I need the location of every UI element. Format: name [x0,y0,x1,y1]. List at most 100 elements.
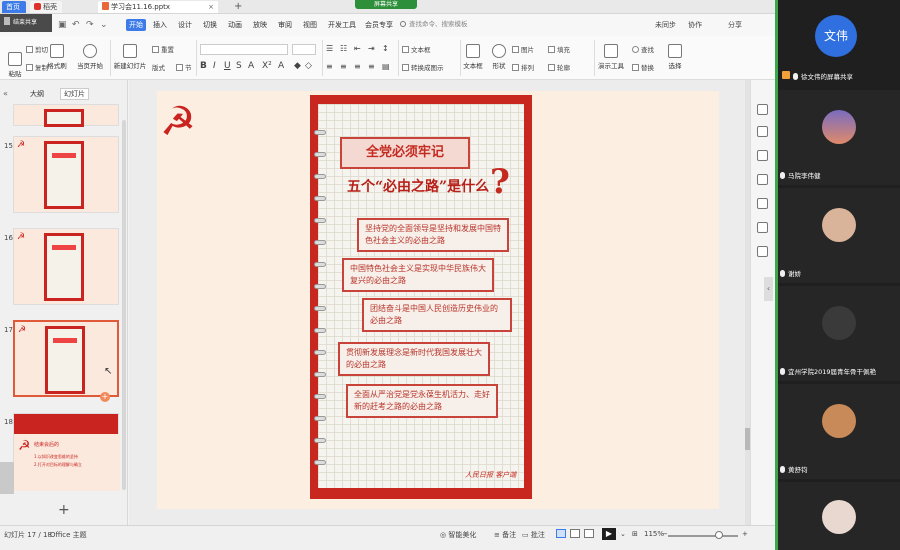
chevron-down-icon[interactable]: ⌄ [620,530,626,538]
menu-transition[interactable]: 切换 [200,19,220,31]
menu-review[interactable]: 审阅 [275,19,295,31]
tab-outline[interactable]: 大纲 [30,89,44,99]
zoom-slider-handle[interactable] [715,531,723,539]
slide-thumbnail[interactable]: ☭ [13,136,119,213]
select-button[interactable]: 选择 [664,44,686,70]
slide-sorter-icon[interactable] [570,529,580,538]
close-tab-icon[interactable]: × [208,1,214,13]
menu-member[interactable]: 会员专享 [362,19,396,31]
collaborate-button[interactable]: 协作 [688,20,702,30]
menu-view[interactable]: 视图 [300,19,320,31]
menu-home[interactable]: 开始 [126,19,146,31]
font-size-dropdown[interactable] [292,44,316,55]
decrease-indent-icon[interactable]: ⇤ [354,44,361,53]
strikethrough-icon[interactable]: A [248,61,254,71]
property-icon[interactable] [757,104,768,115]
comments-button[interactable]: ▭ 批注 [522,530,545,540]
underline-icon[interactable]: U [224,61,231,71]
paste-button[interactable]: 粘贴 [4,52,26,78]
save-icon[interactable]: ▣ [58,20,67,30]
notes-button[interactable]: ≡ 备注 [494,530,516,540]
superscript-icon[interactable]: X² [262,61,272,71]
layout-button[interactable]: 重置 [152,44,174,54]
menu-design[interactable]: 设计 [175,19,195,31]
end-share-button[interactable]: 结束共享 [0,14,52,32]
command-search-input[interactable]: 查找命令、搜索模板 [400,18,488,31]
picture-button[interactable]: 图片 [512,44,534,54]
menu-animation[interactable]: 动画 [225,19,245,31]
zoom-slider[interactable] [668,535,738,537]
align-right-icon[interactable]: ≡ [354,62,361,71]
highlight-icon[interactable]: ◆ [294,61,301,71]
smart-beautify-button[interactable]: ◎ 智能美化 [440,530,476,540]
numbering-icon[interactable]: ☷ [340,44,347,53]
slide-thumbnail[interactable] [13,104,119,127]
backup-icon[interactable] [757,198,768,209]
line-spacing-icon[interactable]: ↕ [382,44,389,53]
font-name-dropdown[interactable] [200,44,288,55]
tab-slides[interactable]: 幻灯片 [60,88,89,100]
zoom-in-icon[interactable]: + [742,530,748,538]
menu-developer[interactable]: 开发工具 [325,19,359,31]
thumbnail-scrollbar[interactable] [122,120,126,490]
format-painter-button[interactable]: 格式刷 [44,44,70,70]
distribute-icon[interactable]: ▤ [382,62,390,71]
undo-icon[interactable]: ↶ [72,20,80,30]
font-color-icon[interactable]: A [278,61,284,71]
replace-button[interactable]: 替换 [632,62,654,72]
share-icon[interactable] [757,222,768,233]
tab-document[interactable]: 学习会11.16.pptx × [98,1,218,13]
transition-icon[interactable] [757,174,768,185]
arrange-button[interactable]: 排列 [512,62,534,72]
design-icon[interactable] [757,126,768,137]
clear-format-icon[interactable]: ◇ [305,61,312,71]
text-box-button[interactable]: 文本框 [462,44,484,70]
play-from-current-button[interactable]: 当页开始 [74,44,106,70]
italic-icon[interactable]: I [213,61,216,71]
new-slide-button[interactable]: 新建幻灯片 [112,44,148,70]
fit-icon[interactable]: ⊞ [632,530,638,538]
collapse-right-pane-button[interactable]: ‹ [764,277,773,301]
redo-icon[interactable]: ↷ [86,20,94,30]
sync-status[interactable]: 未同步 [655,20,676,30]
bullets-icon[interactable]: ☰ [326,44,333,53]
menu-insert[interactable]: 插入 [150,19,170,31]
convert-smartart-button[interactable]: 转换成图示 [402,62,444,72]
collapse-pane-icon[interactable]: « [3,89,8,98]
slide-thumbnail[interactable]: ☭ [13,228,119,305]
presentation-tools-button[interactable]: 演示工具 [596,44,626,70]
tab-home[interactable]: 首页 [2,1,26,13]
new-tab-button[interactable]: + [230,1,246,13]
chevron-down-icon[interactable]: ⌄ [100,20,108,30]
slide-thumbnail-selected[interactable]: ☭ [13,320,119,397]
layout-dropdown[interactable]: 版式 [152,62,165,72]
animation-icon[interactable] [757,150,768,161]
screen-share-banner[interactable]: 屏幕共享 [355,0,417,9]
add-slide-plus-icon[interactable]: + [100,392,110,402]
justify-icon[interactable]: ≡ [368,62,375,71]
shadow-icon[interactable]: S [236,61,242,71]
text-direction-button[interactable]: 文本框 [402,44,431,54]
normal-view-icon[interactable] [556,529,566,538]
find-button[interactable]: 查找 [632,44,654,54]
tab-docer[interactable]: 稻壳 [30,1,62,13]
zoom-out-icon[interactable]: − [662,530,668,538]
section-dropdown[interactable]: 节 [176,62,192,72]
add-slide-button[interactable]: + [58,502,70,518]
shape-button[interactable]: 形状 [488,44,510,70]
align-left-icon[interactable]: ≡ [326,62,333,71]
fill-button[interactable]: 填充 [548,44,570,54]
align-center-icon[interactable]: ≡ [340,62,347,71]
share-button[interactable]: 分享 [728,20,742,30]
location-icon[interactable] [757,246,768,257]
bold-icon[interactable]: B [200,61,207,71]
play-slideshow-button[interactable]: ▶ [602,528,616,540]
menu-slideshow[interactable]: 放映 [250,19,270,31]
slide-thumbnail[interactable]: ☭ 结束会后的 1.以知识改变思维的坚持 2.打开对目标的理解与确立 [13,413,120,491]
zoom-level[interactable]: 115% [644,530,664,538]
speaker-avatar[interactable]: 文伟 [815,15,857,57]
reading-view-icon[interactable] [584,529,594,538]
side-toolbar[interactable] [0,462,14,494]
outline-button[interactable]: 轮廓 [548,62,570,72]
increase-indent-icon[interactable]: ⇥ [368,44,375,53]
